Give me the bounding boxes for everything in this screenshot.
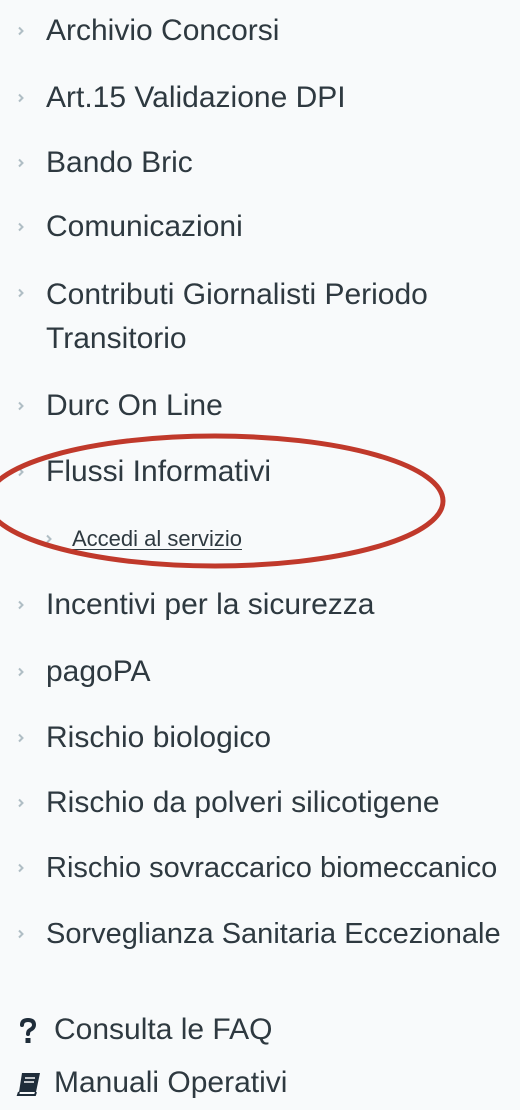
- services-menu: Archivio Concorsi Art.15 Validazione DPI…: [0, 0, 520, 1110]
- chevron-right-icon: [16, 798, 26, 808]
- menu-item-label: Flussi Informativi: [46, 455, 272, 488]
- menu-item-label: Durc On Line: [46, 389, 223, 422]
- menu-item-label: Rischio sovraccarico biomeccanico: [46, 852, 498, 884]
- menu-item-label: Rischio da polveri silicotigene: [46, 786, 440, 819]
- chevron-right-icon: [16, 929, 26, 939]
- services-menu-page: Archivio Concorsi Art.15 Validazione DPI…: [0, 0, 520, 1110]
- menu-item-contributi-giornalisti[interactable]: Contributi Giornalisti Periodo Transitor…: [0, 273, 520, 359]
- chevron-right-icon: [16, 667, 26, 677]
- question-icon: [16, 1016, 40, 1044]
- menu-item-label: Archivio Concorsi: [46, 14, 280, 47]
- menu-item-label: Incentivi per la sicurezza: [46, 588, 375, 621]
- menu-item-label: pagoPA: [46, 655, 151, 688]
- menu-item-label: Sorveglianza Sanitaria Eccezionale: [46, 918, 501, 950]
- chevron-right-icon: [16, 93, 26, 103]
- manuals-link-label: Manuali Operativi: [54, 1066, 288, 1099]
- submenu-item-label: Accedi al servizio: [72, 526, 242, 551]
- book-icon: [16, 1069, 40, 1097]
- chevron-right-icon: [16, 863, 26, 873]
- chevron-right-icon: [16, 158, 26, 168]
- chevron-right-icon: [16, 288, 26, 298]
- chevron-right-icon: [16, 733, 26, 743]
- chevron-right-icon: [16, 600, 26, 610]
- chevron-right-icon: [44, 534, 54, 544]
- menu-item-label: Bando Bric: [46, 146, 193, 179]
- chevron-right-icon: [16, 26, 26, 36]
- faq-link-label: Consulta le FAQ: [54, 1013, 273, 1046]
- menu-item-label: Comunicazioni: [46, 210, 243, 243]
- menu-item-label: Art.15 Validazione DPI: [46, 81, 346, 114]
- chevron-right-icon: [16, 467, 26, 477]
- menu-item-label: Rischio biologico: [46, 721, 272, 754]
- chevron-right-icon: [16, 222, 26, 232]
- chevron-right-icon: [16, 401, 26, 411]
- menu-item-label: Contributi Giornalisti Periodo Transitor…: [46, 278, 428, 355]
